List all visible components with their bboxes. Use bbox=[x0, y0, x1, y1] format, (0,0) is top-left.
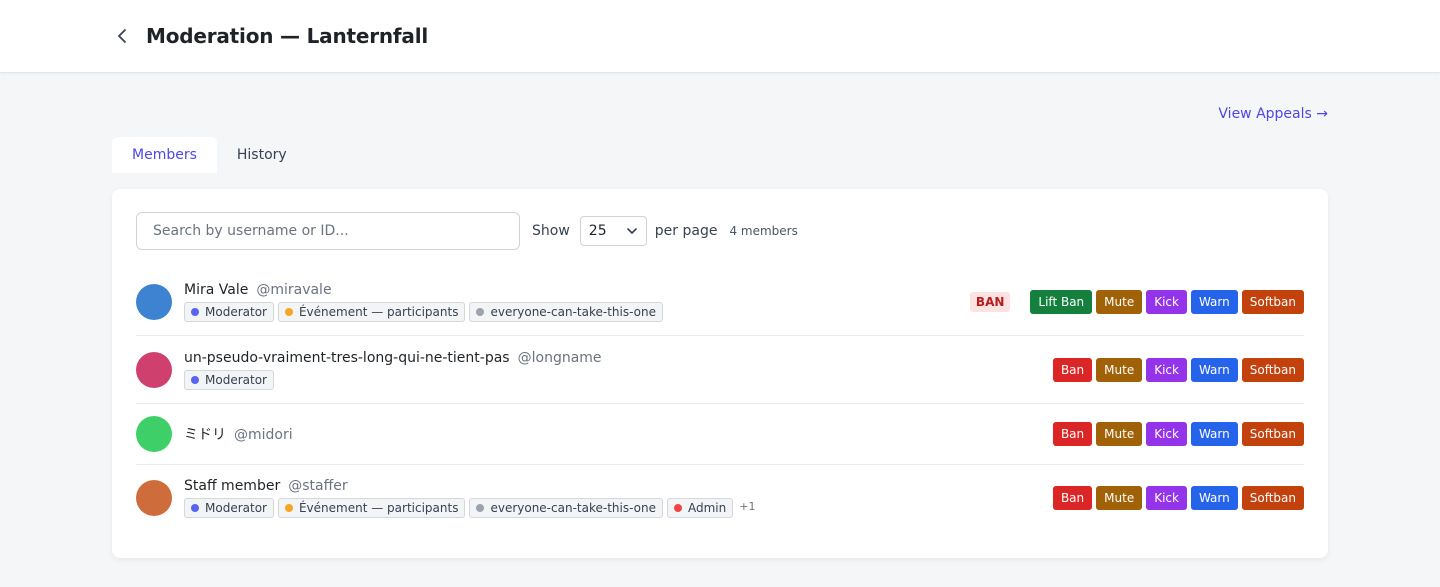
member-name: Staff member bbox=[184, 478, 281, 494]
role-tag: everyone-can-take-this-one bbox=[469, 498, 663, 518]
members-card: Show 25 per page 4 members Mira Vale @mi… bbox=[112, 189, 1328, 558]
tab-members[interactable]: Members bbox=[112, 137, 217, 173]
member-handle: @miravale bbox=[256, 282, 332, 298]
member-row: un-pseudo-vraiment-tres-long-qui-ne-tien… bbox=[136, 336, 1304, 404]
member-info: ミドリ @midori bbox=[184, 424, 293, 444]
role-list: Moderator Événement — participants every… bbox=[184, 302, 667, 322]
member-actions: Ban Mute Kick Warn Softban bbox=[1049, 422, 1304, 446]
ban-button[interactable]: Ban bbox=[1052, 422, 1093, 446]
role-label: Événement — participants bbox=[298, 501, 459, 515]
kick-button[interactable]: Kick bbox=[1146, 290, 1187, 314]
member-count: 4 members bbox=[729, 224, 798, 238]
member-info: un-pseudo-vraiment-tres-long-qui-ne-tien… bbox=[184, 350, 602, 390]
member-row: Staff member @staffer Moderator Événemen… bbox=[136, 465, 1304, 531]
role-dot bbox=[284, 308, 293, 316]
role-label: Moderator bbox=[205, 305, 267, 319]
kick-button[interactable]: Kick bbox=[1146, 357, 1187, 382]
warn-button[interactable]: Warn bbox=[1190, 486, 1238, 510]
member-name: un-pseudo-vraiment-tres-long-qui-ne-tien… bbox=[184, 349, 510, 366]
role-label: everyone-can-take-this-one bbox=[490, 305, 656, 319]
member-info: Staff member @staffer Moderator Événemen… bbox=[184, 478, 755, 518]
role-tag: Moderator bbox=[184, 498, 274, 518]
avatar bbox=[136, 351, 172, 388]
mute-button[interactable]: Mute bbox=[1096, 357, 1143, 382]
role-tag: everyone-can-take-this-one bbox=[469, 302, 663, 322]
per-page-value: 25 bbox=[588, 223, 607, 239]
role-dot bbox=[191, 308, 199, 316]
tab-bar: Members History bbox=[112, 137, 307, 173]
ban-button[interactable]: Ban bbox=[1052, 486, 1093, 510]
role-dot bbox=[476, 504, 485, 512]
role-tag: Événement — participants bbox=[277, 498, 466, 518]
softban-button[interactable]: Softban bbox=[1241, 357, 1304, 382]
show-label: Show bbox=[532, 223, 570, 239]
role-label: everyone-can-take-this-one bbox=[490, 501, 656, 515]
top-bar: Moderation — Lanternfall bbox=[0, 0, 1440, 73]
role-label: Moderator bbox=[205, 501, 267, 515]
kick-button[interactable]: Kick bbox=[1146, 486, 1187, 510]
role-dot bbox=[191, 375, 199, 384]
avatar bbox=[136, 284, 172, 320]
role-tag: Admin bbox=[666, 498, 734, 518]
role-label: Événement — participants bbox=[298, 305, 459, 319]
role-dot bbox=[191, 504, 199, 512]
role-dot bbox=[284, 504, 293, 512]
member-actions: Ban Mute Kick Warn Softban bbox=[1049, 357, 1304, 382]
role-tag: Événement — participants bbox=[277, 302, 466, 322]
warn-button[interactable]: Warn bbox=[1190, 357, 1238, 382]
role-list: Moderator Événement — participants every… bbox=[184, 498, 755, 518]
chevron-down-icon bbox=[626, 228, 637, 234]
back-button[interactable] bbox=[112, 26, 132, 46]
search-input[interactable] bbox=[136, 212, 520, 250]
name-line: Mira Vale @miravale bbox=[184, 282, 667, 298]
member-handle: @staffer bbox=[288, 478, 348, 494]
member-list: Mira Vale @miravale Moderator Événement … bbox=[136, 269, 1304, 531]
softban-button[interactable]: Softban bbox=[1241, 486, 1304, 510]
mute-button[interactable]: Mute bbox=[1096, 422, 1143, 446]
member-handle: @longname bbox=[517, 349, 602, 366]
mute-button[interactable]: Mute bbox=[1096, 486, 1143, 510]
member-actions: Ban Mute Kick Warn Softban bbox=[1049, 486, 1304, 510]
warn-button[interactable]: Warn bbox=[1190, 422, 1238, 446]
chevron-left-icon bbox=[118, 29, 126, 43]
page-title: Moderation — Lanternfall bbox=[146, 24, 429, 48]
role-dot bbox=[673, 504, 682, 512]
member-handle: @midori bbox=[234, 427, 293, 443]
softban-button[interactable]: Softban bbox=[1241, 422, 1304, 446]
list-controls: Show 25 per page 4 members bbox=[136, 212, 798, 250]
role-tag: Moderator bbox=[184, 302, 274, 322]
member-actions: BAN Lift Ban Mute Kick Warn Softban bbox=[969, 290, 1304, 314]
per-page-label: per page bbox=[654, 223, 718, 239]
member-row: Mira Vale @miravale Moderator Événement … bbox=[136, 269, 1304, 336]
tab-history[interactable]: History bbox=[217, 137, 307, 173]
per-page-select[interactable]: 25 bbox=[579, 216, 647, 246]
avatar bbox=[136, 480, 172, 516]
name-line: ミドリ @midori bbox=[184, 424, 293, 444]
role-label: Admin bbox=[687, 501, 727, 515]
warn-button[interactable]: Warn bbox=[1190, 290, 1238, 314]
more-roles-count[interactable]: +1 bbox=[739, 500, 755, 513]
kick-button[interactable]: Kick bbox=[1146, 422, 1187, 446]
softban-button[interactable]: Softban bbox=[1241, 290, 1304, 314]
member-row: ミドリ @midori Ban Mute Kick Warn Softban bbox=[136, 404, 1304, 465]
role-dot bbox=[476, 308, 485, 316]
member-name: Mira Vale bbox=[184, 282, 249, 298]
name-line: un-pseudo-vraiment-tres-long-qui-ne-tien… bbox=[184, 350, 602, 366]
member-name: ミドリ bbox=[184, 427, 226, 443]
role-tag: Moderator bbox=[184, 369, 274, 390]
status-badge: BAN bbox=[969, 292, 1011, 312]
member-info: Mira Vale @miravale Moderator Événement … bbox=[184, 282, 667, 322]
role-list: Moderator bbox=[184, 369, 602, 390]
name-line: Staff member @staffer bbox=[184, 478, 755, 494]
ban-button[interactable]: Ban bbox=[1052, 357, 1093, 382]
role-label: Moderator bbox=[205, 372, 267, 387]
lift-ban-button[interactable]: Lift Ban bbox=[1030, 290, 1093, 314]
mute-button[interactable]: Mute bbox=[1096, 290, 1143, 314]
view-appeals-link[interactable]: View Appeals → bbox=[1218, 106, 1328, 122]
avatar bbox=[136, 416, 172, 452]
